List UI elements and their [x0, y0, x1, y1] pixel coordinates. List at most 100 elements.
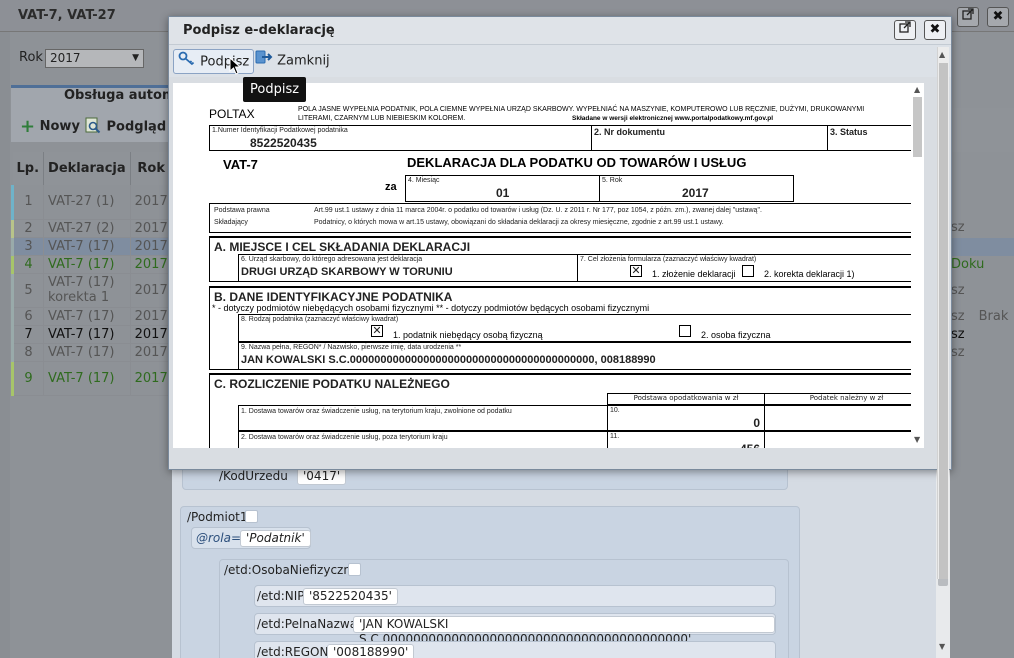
field-rok: 5. Rok 2017 — [599, 175, 794, 202]
table-row[interactable]: 5 VAT-7 (17) korekta 1 2017 — [10, 273, 173, 308]
dialog-title: Podpisz e-deklarację — [183, 23, 335, 38]
scroll-up-icon[interactable]: ▲ — [939, 50, 945, 59]
table-row[interactable]: 2 VAT-27 (2) 2017 — [10, 219, 173, 238]
close-icon[interactable]: ✖ — [924, 20, 946, 40]
table-row[interactable]: 3 VAT-7 (17) 2017 — [10, 237, 173, 256]
scroll-down-icon[interactable]: ▼ — [939, 642, 945, 651]
column-header-lp[interactable]: Lp. — [12, 152, 45, 185]
podpisz-tooltip: Podpisz — [243, 77, 307, 102]
field-10: 10. 0 — [607, 405, 765, 431]
field-urzad-label: 6. Urząd skarbowy, do którego adresowana… — [241, 256, 423, 263]
table-cell-lp: 6 — [10, 307, 45, 326]
xml-node-osoba: /etd:OsobaNiefizyczna /etd:NIP '85225204… — [219, 559, 789, 658]
expand-toggle-icon[interactable] — [245, 510, 258, 523]
dialog-scrollbar-thumb[interactable] — [939, 63, 948, 579]
field-miesiac-label: 4. Miesiąc — [408, 177, 440, 184]
form-code: VAT-7 — [223, 157, 258, 172]
xml-value-regon[interactable]: '008188990' — [327, 644, 415, 658]
table-row[interactable]: 6 VAT-7 (17) 2017 — [10, 307, 173, 326]
section-c: C. ROZLICZENIE PODATKU NALEŻNEGO Podstaw… — [209, 373, 924, 448]
table-cell-lp: 2 — [10, 219, 45, 238]
form-za: za — [385, 181, 397, 193]
field-status-label: 3. Status — [830, 127, 868, 137]
skladajacy-label: Składający — [214, 219, 248, 226]
field-urzad-value: DRUGI URZĄD SKARBOWY W TORUNIU — [241, 266, 453, 278]
preview-scrollbar[interactable]: ▲ ▼ — [911, 83, 924, 448]
xml-node-pelnanazwa: /etd:PelnaNazwa 'JAN KOWALSKI S.C.000000… — [254, 613, 776, 646]
table-cell-rok: 2017 — [130, 273, 173, 308]
column-header-deklaracja[interactable]: Deklaracja — [43, 152, 131, 185]
dialog-scrollbar[interactable]: ▲ — [937, 47, 949, 579]
section-a: A. MIEJSCE I CEL SKŁADANIA DEKLARACJI 6.… — [209, 236, 924, 282]
checkbox-zlozenie: ✕ — [630, 264, 642, 277]
table-cell-rok: 2017 — [130, 237, 173, 256]
xml-value-nip[interactable]: '8522520435' — [303, 588, 398, 605]
podpisz-button[interactable]: Podpisz — [173, 49, 255, 74]
column-header-rok[interactable]: Rok — [130, 152, 173, 185]
right-cell: sz Brak — [943, 309, 1014, 324]
right-cell-status: Brak — [978, 309, 1009, 324]
right-cell: sz — [951, 283, 965, 298]
field-nazwa-label: 9. Nazwa pełna, REGON* / Nazwisko, pierw… — [241, 344, 462, 351]
podglad-button[interactable]: Podgląd — [84, 116, 166, 138]
deklaracja-text: VAT-7 (17) — [48, 275, 115, 290]
row-dostawa-poza-label: 2. Dostawa towarów oraz świadczenie usłu… — [241, 434, 448, 441]
xml-value-kodurzedu[interactable]: '0417' — [297, 468, 347, 485]
section-a-title: A. MIEJSCE I CEL SKŁADANIA DEKLARACJI — [214, 240, 471, 254]
right-cell-selected — [943, 238, 1014, 256]
table-row[interactable]: 8 VAT-7 (17) 2017 — [10, 343, 173, 362]
column-podatek: Podatek należny w zł — [764, 393, 924, 405]
right-column-header — [943, 108, 1014, 152]
podglad-button-label: Podgląd — [106, 119, 167, 135]
podstawa-label: Podstawa prawna — [214, 207, 270, 214]
field-nip-value: 8522520435 — [250, 136, 317, 150]
table-cell-lp: 3 — [10, 237, 45, 256]
xml-attr-rola: @rola= 'Podatnik' — [191, 527, 311, 549]
table-cell-rok: 2017 — [130, 219, 173, 238]
mouse-cursor-icon — [229, 56, 242, 79]
xml-attr-value-rola[interactable]: 'Podatnik' — [240, 530, 311, 547]
section-b-title: B. DANE IDENTYFIKACYJNE PODATNIKA — [214, 290, 453, 304]
field-rodzaj: 8. Rodzaj podatnika (zaznaczyć właściwy … — [238, 314, 924, 342]
table-row[interactable]: 4 VAT-7 (17) 2017 — [10, 255, 173, 274]
table-cell-lp: 5 — [10, 273, 45, 308]
zamknij-button[interactable]: Zamknij — [251, 49, 334, 74]
xml-attr-label-rola: @rola= — [196, 531, 242, 545]
key-icon — [178, 50, 196, 74]
field-10-tax — [764, 405, 924, 431]
xml-node-nip: /etd:NIP '8522520435' — [254, 585, 776, 607]
table-cell-lp: 7 — [10, 325, 45, 344]
field-urzad: 6. Urząd skarbowy, do którego adresowana… — [238, 254, 578, 282]
xml-label-pelnanazwa: /etd:PelnaNazwa — [257, 617, 358, 631]
scroll-up-icon[interactable]: ▲ — [914, 85, 920, 94]
field-nip-label: 1.Numer Identyfikacji Podatkowej podatni… — [212, 127, 348, 134]
table-cell-deklaracja: VAT-7 (17) — [43, 361, 131, 396]
nowy-button[interactable]: + Nowy — [20, 116, 80, 137]
table-cell-lp: 8 — [10, 343, 45, 362]
chevron-down-icon: ▼ — [132, 53, 139, 63]
xml-label-regon: /etd:REGON — [257, 645, 329, 658]
right-cell: sz — [951, 345, 965, 360]
table-row[interactable]: 7 VAT-7 (17) 2017 — [10, 325, 173, 344]
scroll-down-icon[interactable]: ▼ — [914, 435, 920, 444]
rok-select[interactable]: 2017 ▼ — [45, 49, 144, 68]
external-window-icon[interactable] — [957, 7, 979, 27]
preview-scrollbar-thumb[interactable] — [913, 97, 922, 157]
table-cell-deklaracja: VAT-27 (2) — [43, 219, 131, 238]
form-title: DEKLARACJA DLA PODATKU OD TOWARÓW I USŁU… — [407, 155, 747, 170]
cel-option-1: 1. złożenie deklaracji — [652, 269, 736, 279]
external-window-icon[interactable] — [894, 20, 916, 40]
table-row[interactable]: 1 VAT-27 (1) 2017 — [10, 185, 173, 220]
field-nr-dokumentu: 2. Nr dokumentu — [591, 125, 828, 151]
right-cell: sz — [951, 327, 965, 342]
skladajacy-text: Podatnicy, o których mowa w art.15 ustaw… — [314, 219, 724, 226]
table-cell-deklaracja: VAT-7 (17) — [43, 325, 131, 344]
right-column-strip: sz Doku sz sz Brak sz sz — [943, 152, 1014, 396]
expand-toggle-icon[interactable] — [348, 563, 361, 576]
xml-value-pelnanazwa[interactable]: 'JAN KOWALSKI S.C.0000000000000000000000… — [353, 616, 775, 646]
xml-label-podmiot1: /Podmiot1 — [187, 510, 248, 524]
table-cell-rok: 2017 — [130, 325, 173, 344]
podstawa-prawna: Podstawa prawna Składający Art.99 ust.1 … — [209, 203, 924, 233]
table-row[interactable]: 9 VAT-7 (17) 2017 — [10, 361, 173, 396]
close-window-icon[interactable]: ✖ — [987, 7, 1009, 27]
